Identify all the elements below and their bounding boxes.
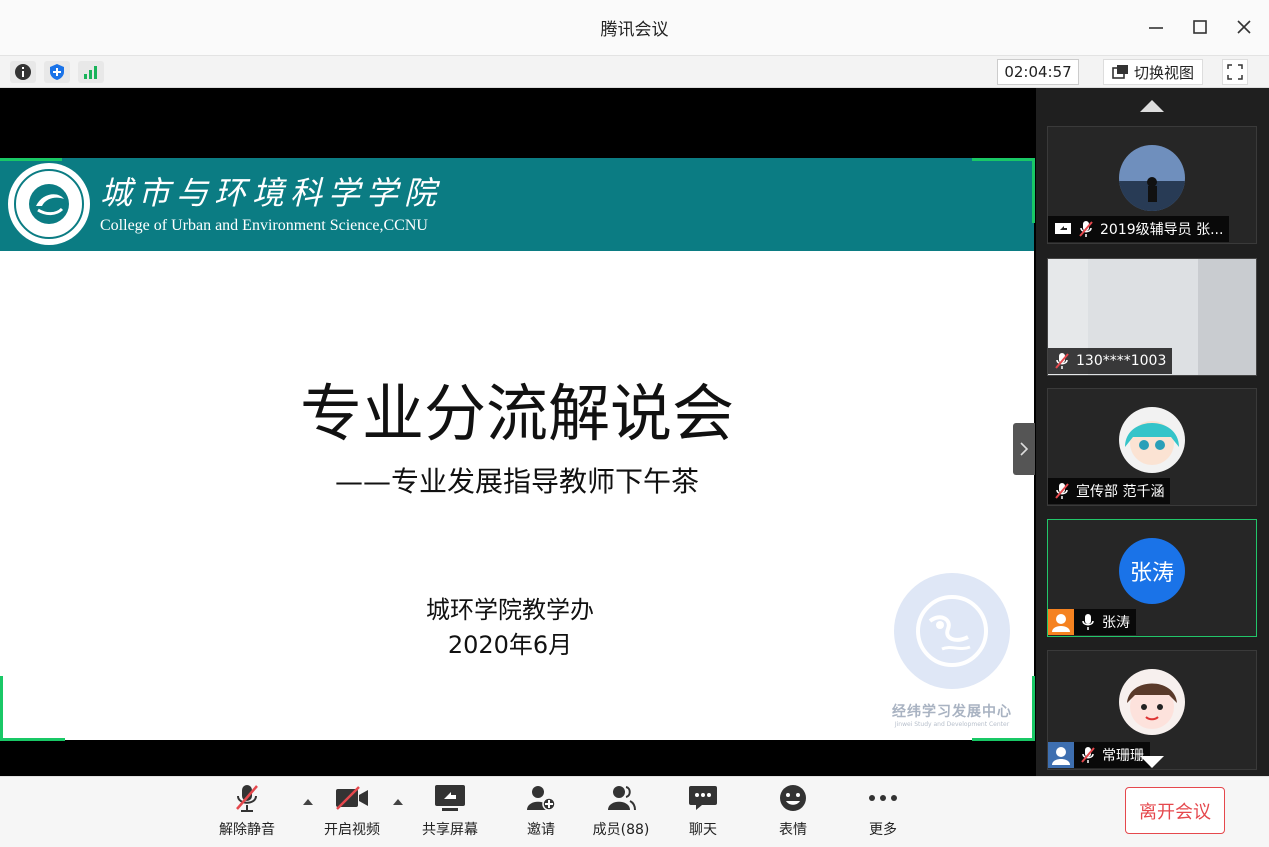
emoji-label: 表情 bbox=[779, 822, 807, 838]
slide-title: 专业分流解说会 bbox=[299, 377, 734, 450]
start-video-button[interactable]: 开启视频 bbox=[317, 783, 387, 843]
participant-video-panel: 2019级辅导员 张... 130****1003 宣传部 范千涵 张涛 张涛 bbox=[1036, 88, 1269, 776]
host-icon bbox=[1048, 609, 1074, 635]
chat-button[interactable]: 聊天 bbox=[668, 783, 738, 843]
scroll-up-icon[interactable] bbox=[1140, 100, 1164, 112]
shield-icon[interactable] bbox=[44, 61, 70, 83]
window-titlebar: 腾讯会议 bbox=[0, 0, 1269, 55]
participant-tile-active-speaker[interactable]: 张涛 张涛 bbox=[1047, 519, 1257, 637]
shared-screen-area: 城市与环境科学学院 College of Urban and Environme… bbox=[0, 88, 1036, 776]
participant-nametag: 130****1003 bbox=[1048, 348, 1173, 374]
chat-label: 聊天 bbox=[689, 822, 717, 838]
members-button[interactable]: 成员(88) bbox=[586, 783, 656, 843]
college-name-en: College of Urban and Environment Science… bbox=[100, 217, 428, 234]
share-frame-corner bbox=[972, 676, 1035, 741]
mic-icon bbox=[1082, 614, 1094, 630]
avatar bbox=[1119, 145, 1185, 211]
share-frame-corner bbox=[972, 158, 1035, 223]
participant-tile[interactable]: 130****1003 bbox=[1047, 258, 1257, 376]
avatar bbox=[1119, 407, 1185, 473]
slide-subtitle: ——专业发展指导教师下午茶 bbox=[334, 465, 699, 498]
slide-banner: 城市与环境科学学院 College of Urban and Environme… bbox=[0, 158, 1034, 251]
participant-tile[interactable]: 宣传部 范千涵 bbox=[1047, 388, 1257, 506]
participant-nametag: 2019级辅导员 张... bbox=[1048, 216, 1230, 242]
audio-options-caret[interactable] bbox=[303, 799, 313, 805]
invite-label: 邀请 bbox=[527, 822, 555, 838]
screen-share-icon bbox=[1055, 223, 1071, 234]
switch-view-button[interactable]: 切换视图 bbox=[1103, 59, 1203, 85]
participant-name: 张涛 bbox=[1102, 615, 1130, 631]
participant-nametag: 张涛 bbox=[1048, 609, 1136, 635]
switch-view-label: 切换视图 bbox=[1133, 63, 1194, 82]
mic-muted-icon bbox=[1081, 747, 1095, 763]
switch-view-icon bbox=[1112, 65, 1128, 79]
meeting-toolbar: 02:04:57 切换视图 bbox=[0, 55, 1269, 88]
college-name-cn: 城市与环境科学学院 bbox=[100, 174, 443, 212]
slide-organizer: 城环学院教学办 bbox=[426, 596, 594, 624]
info-icon[interactable] bbox=[10, 61, 36, 83]
video-options-caret[interactable] bbox=[393, 799, 403, 805]
collapse-panel-button[interactable] bbox=[1013, 423, 1035, 475]
meeting-timer: 02:04:57 bbox=[997, 59, 1079, 85]
chat-icon bbox=[689, 786, 717, 810]
slide-date: 2020年6月 bbox=[447, 631, 573, 659]
participant-nametag: 宣传部 范千涵 bbox=[1048, 478, 1171, 504]
fullscreen-icon[interactable] bbox=[1222, 59, 1248, 85]
camera-off-icon bbox=[336, 786, 368, 810]
emoji-button[interactable]: 表情 bbox=[758, 783, 828, 843]
members-label: 成员(88) bbox=[592, 822, 650, 838]
watermark-globe-icon bbox=[894, 573, 1010, 689]
unmute-button[interactable]: 解除静音 bbox=[212, 783, 282, 843]
share-frame-corner bbox=[0, 676, 65, 741]
meeting-controls: 解除静音 开启视频 共享屏幕 邀请 成员(88) 聊天 表情 更多 离开会议 bbox=[0, 776, 1269, 847]
more-icon bbox=[869, 795, 897, 801]
participant-tile[interactable]: 2019级辅导员 张... bbox=[1047, 126, 1257, 244]
mic-muted-icon bbox=[1079, 221, 1093, 237]
avatar: 张涛 bbox=[1119, 538, 1185, 604]
window-title: 腾讯会议 bbox=[600, 20, 669, 40]
participant-name: 2019级辅导员 张... bbox=[1100, 222, 1224, 238]
chevron-right-icon bbox=[1020, 442, 1029, 456]
avatar bbox=[1119, 669, 1185, 735]
user-icon bbox=[1048, 742, 1074, 768]
college-logo bbox=[8, 163, 90, 245]
avatar-initials: 张涛 bbox=[1129, 561, 1174, 586]
maximize-icon[interactable] bbox=[1189, 14, 1211, 40]
share-screen-icon bbox=[435, 785, 465, 811]
participant-tile[interactable]: 常珊珊 bbox=[1047, 650, 1257, 770]
window-controls bbox=[1145, 14, 1255, 40]
more-label: 更多 bbox=[869, 822, 897, 838]
participant-name: 宣传部 范千涵 bbox=[1076, 484, 1165, 500]
leave-meeting-button[interactable]: 离开会议 bbox=[1125, 787, 1225, 834]
share-screen-button[interactable]: 共享屏幕 bbox=[415, 783, 485, 843]
mic-muted-icon bbox=[1055, 483, 1069, 499]
mic-muted-icon bbox=[236, 785, 258, 812]
invite-icon bbox=[527, 786, 556, 811]
presentation-slide: 城市与环境科学学院 College of Urban and Environme… bbox=[0, 158, 1034, 740]
unmute-label: 解除静音 bbox=[219, 822, 275, 838]
minimize-icon[interactable] bbox=[1145, 14, 1167, 40]
participant-name: 常珊珊 bbox=[1102, 748, 1144, 764]
invite-button[interactable]: 邀请 bbox=[506, 783, 576, 843]
scroll-down-icon[interactable] bbox=[1140, 756, 1164, 768]
start-video-label: 开启视频 bbox=[324, 822, 380, 838]
mic-muted-icon bbox=[1055, 353, 1069, 369]
emoji-icon bbox=[780, 785, 806, 811]
network-signal-icon[interactable] bbox=[78, 61, 104, 83]
close-icon[interactable] bbox=[1233, 14, 1255, 40]
participant-nametag: 常珊珊 bbox=[1048, 742, 1150, 768]
more-button[interactable]: 更多 bbox=[848, 783, 918, 843]
share-screen-label: 共享屏幕 bbox=[422, 822, 478, 838]
share-frame-corner bbox=[0, 158, 62, 161]
members-icon bbox=[608, 786, 636, 811]
participant-name: 130****1003 bbox=[1076, 353, 1167, 369]
